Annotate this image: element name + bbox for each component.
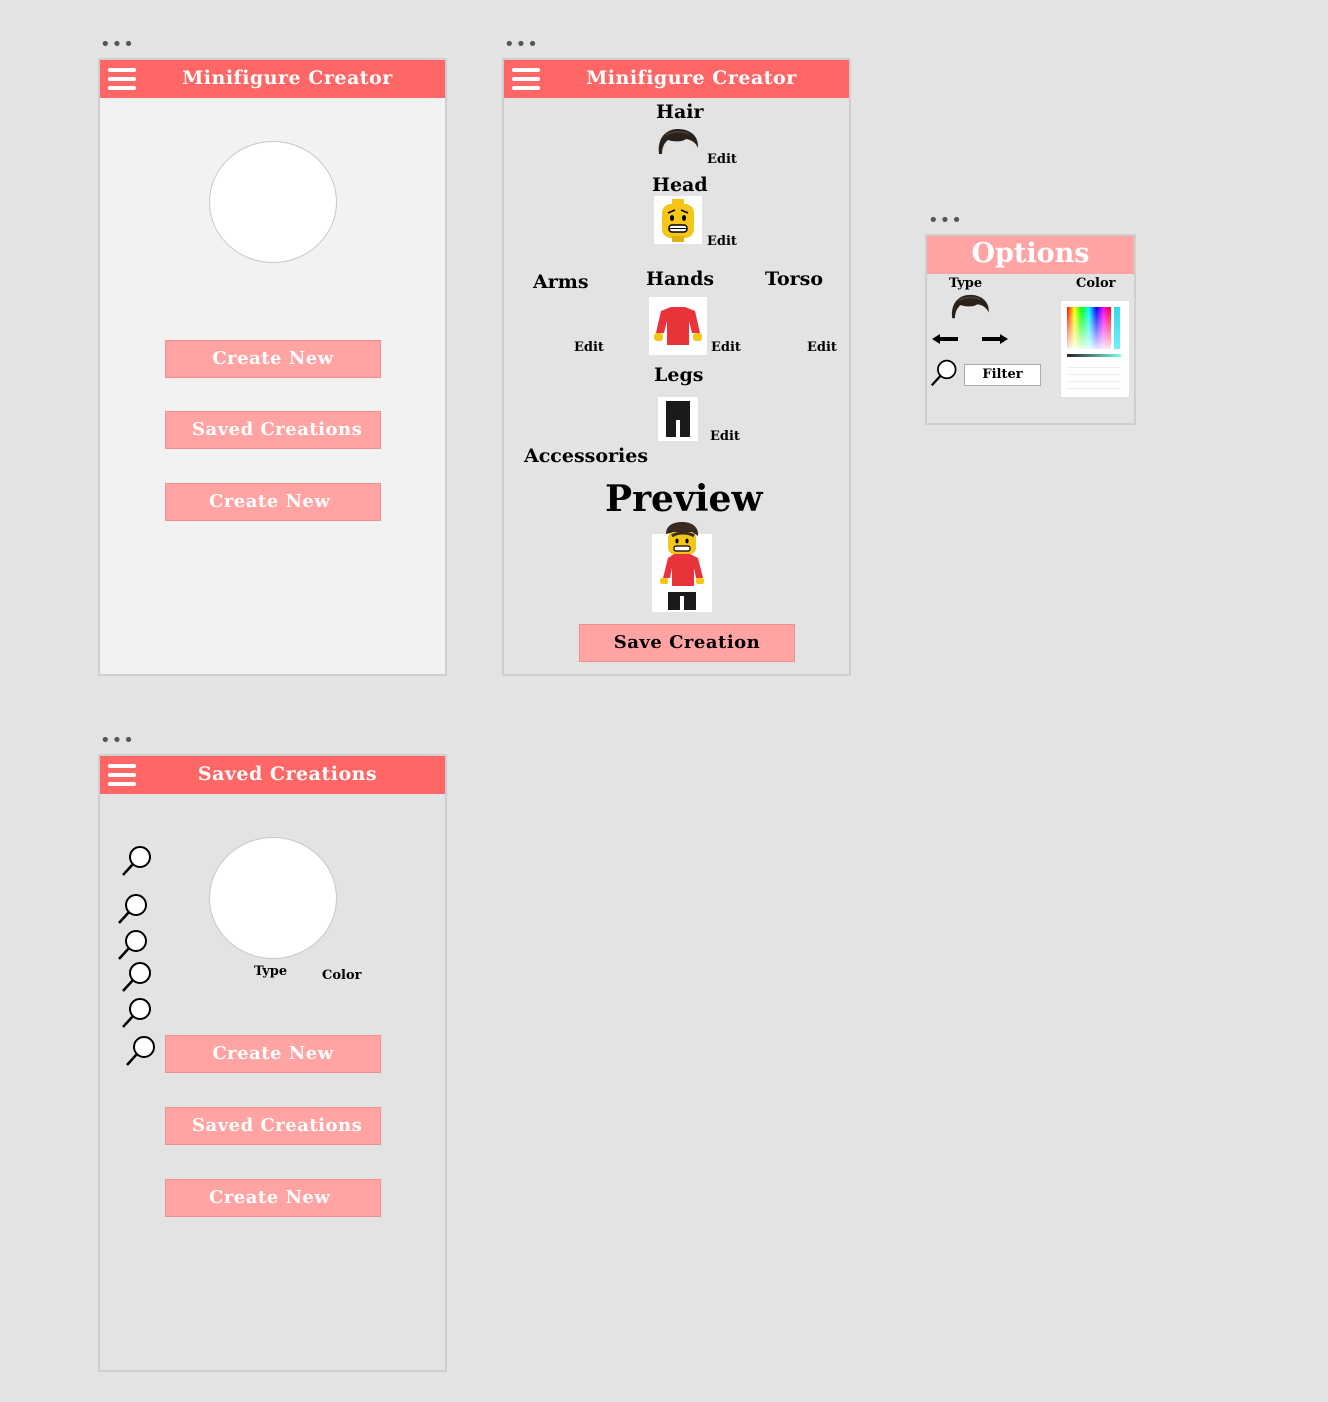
legs-icon[interactable] <box>658 397 698 441</box>
home-screen: Minifigure Creator Create New Saved Crea… <box>98 58 447 676</box>
hamburger-menu-icon[interactable] <box>512 68 540 90</box>
avatar-placeholder <box>209 837 337 959</box>
search-icon[interactable] <box>930 358 960 388</box>
top-bar: Saved Creations <box>100 756 445 794</box>
hair-type-icon <box>949 292 991 322</box>
legs-edit-link[interactable]: Edit <box>710 429 740 444</box>
save-creation-button[interactable]: Save Creation <box>579 624 795 662</box>
color-spectrum[interactable] <box>1067 307 1111 349</box>
type-label: Type <box>949 276 983 291</box>
accessories-label: Accessories <box>524 445 649 467</box>
filter-button[interactable]: Filter <box>964 364 1041 386</box>
options-title: Options <box>971 238 1090 269</box>
hamburger-menu-icon[interactable] <box>108 764 136 786</box>
options-header: Options <box>927 236 1134 274</box>
hair-icon[interactable] <box>656 126 700 158</box>
creator-screen: Minifigure Creator Hair Edit Head Edit A… <box>502 58 851 676</box>
legs-label: Legs <box>654 364 704 386</box>
arms-edit-link[interactable]: Edit <box>574 340 604 355</box>
preview-heading: Preview <box>605 478 763 520</box>
search-icon[interactable] <box>117 892 151 926</box>
hair-edit-link[interactable]: Edit <box>707 152 737 167</box>
top-bar: Minifigure Creator <box>504 60 849 98</box>
frame-menu-dots[interactable]: ••• <box>100 36 135 54</box>
search-icon[interactable] <box>117 928 151 962</box>
top-bar: Minifigure Creator <box>100 60 445 98</box>
minifigure-preview-image <box>652 522 712 612</box>
search-icon[interactable] <box>121 844 155 878</box>
create-new-button[interactable]: Create New <box>165 340 381 378</box>
create-new-button-secondary[interactable]: Create New <box>165 1179 381 1217</box>
hands-label: Hands <box>646 268 715 290</box>
frame-menu-dots[interactable]: ••• <box>100 732 135 750</box>
search-icon[interactable] <box>121 996 155 1030</box>
torso-icon[interactable] <box>649 297 707 355</box>
color-label: Color <box>322 968 362 983</box>
app-title: Minifigure Creator <box>182 67 393 89</box>
head-edit-link[interactable]: Edit <box>707 234 737 249</box>
search-icon[interactable] <box>121 960 155 994</box>
app-title: Minifigure Creator <box>586 67 797 89</box>
hue-slider[interactable] <box>1114 307 1120 349</box>
frame-menu-dots[interactable]: ••• <box>928 212 963 230</box>
head-label: Head <box>652 174 708 196</box>
head-icon[interactable] <box>654 196 702 244</box>
hands-edit-link[interactable]: Edit <box>711 340 741 355</box>
arms-label: Arms <box>533 271 589 293</box>
torso-label: Torso <box>765 268 824 290</box>
screen-title: Saved Creations <box>197 763 378 785</box>
arrow-right-icon[interactable] <box>982 334 1008 344</box>
saved-creations-screen: Saved Creations Type Color Create New Sa… <box>98 754 447 1372</box>
hair-label: Hair <box>656 101 704 123</box>
saved-creations-button[interactable]: Saved Creations <box>165 1107 381 1145</box>
arrow-left-icon[interactable] <box>932 334 958 344</box>
create-new-button[interactable]: Create New <box>165 1035 381 1073</box>
create-new-button-secondary[interactable]: Create New <box>165 483 381 521</box>
alpha-slider[interactable] <box>1067 354 1121 357</box>
torso-edit-link[interactable]: Edit <box>807 340 837 355</box>
color-picker[interactable] <box>1060 300 1130 398</box>
hamburger-menu-icon[interactable] <box>108 68 136 90</box>
color-inputs[interactable] <box>1067 361 1121 391</box>
options-panel: Options Type Color Filter <box>925 234 1136 425</box>
color-label: Color <box>1076 276 1116 291</box>
type-label: Type <box>254 964 288 979</box>
saved-creations-button[interactable]: Saved Creations <box>165 411 381 449</box>
frame-menu-dots[interactable]: ••• <box>504 36 539 54</box>
search-icon[interactable] <box>125 1034 159 1068</box>
avatar-placeholder <box>209 141 337 263</box>
